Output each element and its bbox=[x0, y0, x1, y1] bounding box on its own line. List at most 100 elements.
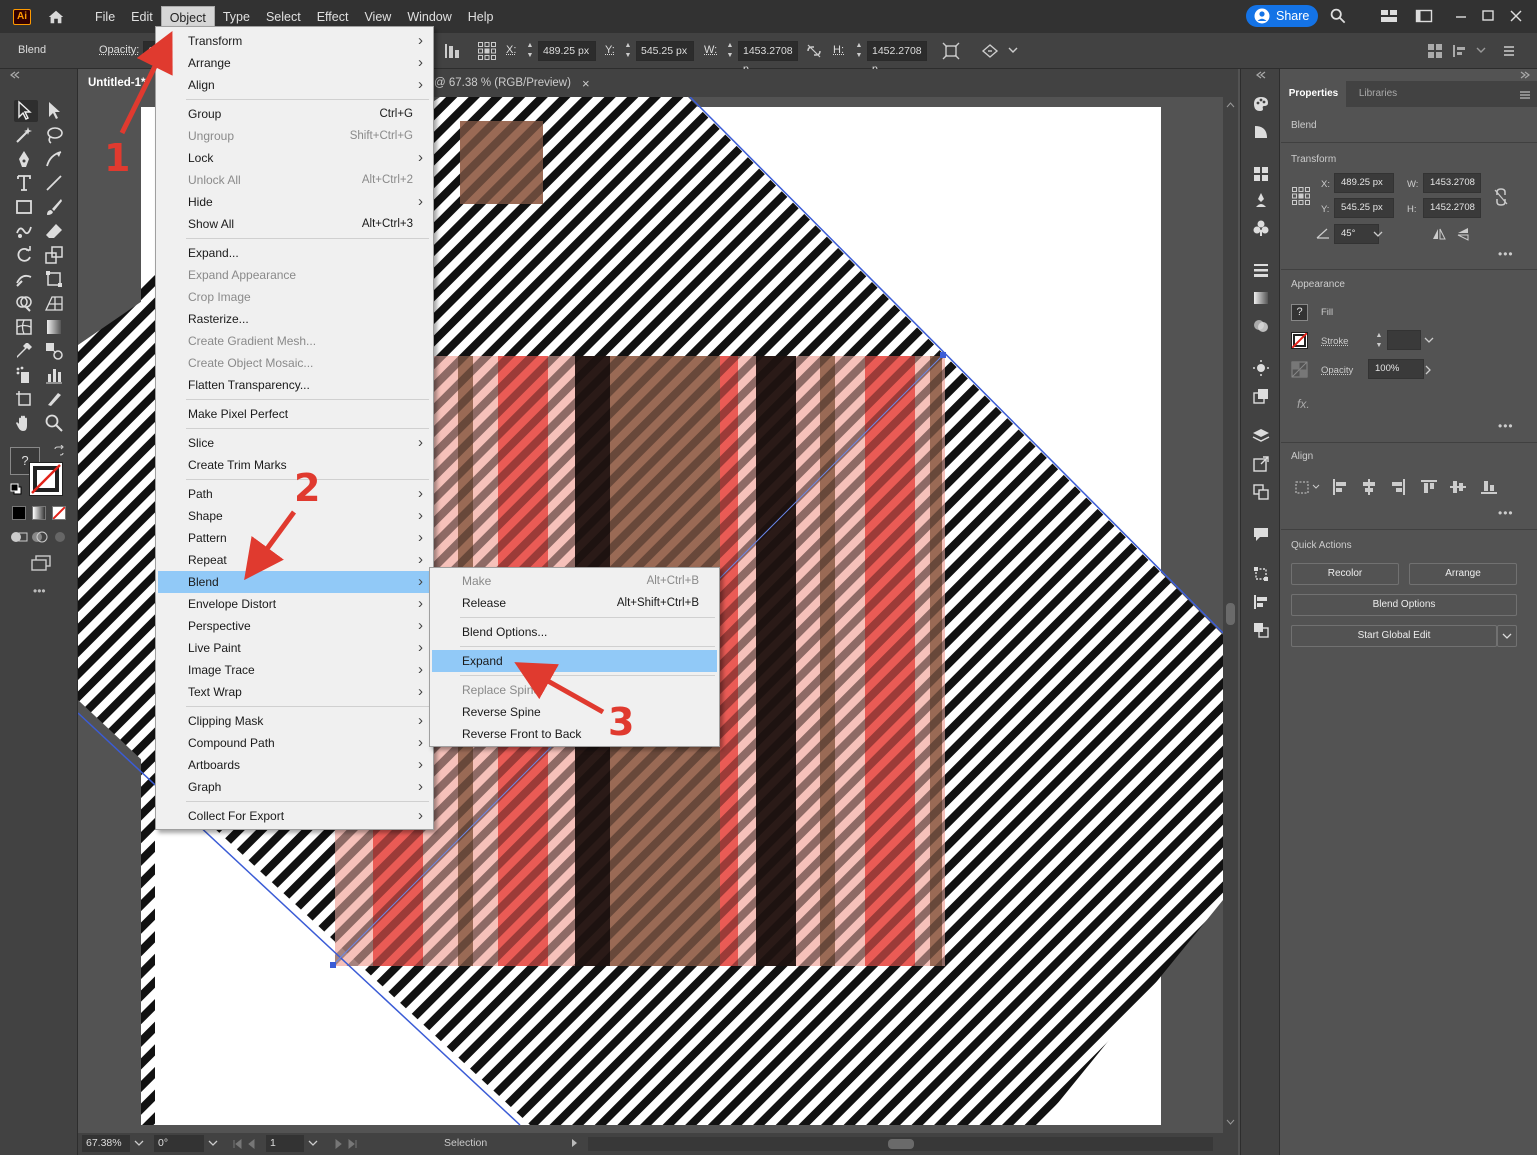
start-global-edit-button[interactable]: Start Global Edit bbox=[1291, 625, 1497, 647]
panel-menu-icon[interactable] bbox=[1519, 90, 1531, 100]
edit-toolbar-button[interactable]: ••• bbox=[33, 584, 46, 598]
align-vertical-center-icon[interactable] bbox=[1449, 478, 1467, 496]
rotate-tool[interactable] bbox=[14, 245, 38, 267]
menu-item-text-wrap[interactable]: Text Wrap › bbox=[158, 681, 431, 703]
flip-horizontal-icon[interactable] bbox=[1431, 226, 1447, 242]
menu-file[interactable]: File bbox=[87, 6, 123, 28]
blend-item-reverse-spine[interactable]: Reverse Spine bbox=[432, 701, 717, 723]
w-field[interactable]: 1453.2708 p bbox=[738, 41, 798, 75]
menu-help[interactable]: Help bbox=[460, 6, 502, 28]
align-left-icon[interactable] bbox=[1331, 478, 1349, 496]
brushes-icon[interactable] bbox=[1252, 191, 1270, 209]
fx-button[interactable]: fx. bbox=[1297, 397, 1310, 411]
menu-item-create-gradient-mesh[interactable]: Create Gradient Mesh... bbox=[158, 330, 431, 352]
perspective-grid-tool[interactable] bbox=[44, 293, 68, 315]
screen-mode-icon[interactable] bbox=[30, 554, 52, 572]
first-previous-artboard-icon[interactable] bbox=[232, 1138, 262, 1150]
menu-item-image-trace[interactable]: Image Trace › bbox=[158, 659, 431, 681]
selection-tool[interactable] bbox=[14, 100, 38, 122]
global-edit-options-button[interactable] bbox=[1497, 625, 1517, 647]
menu-item-repeat[interactable]: Repeat › bbox=[158, 549, 431, 571]
horizontal-scrollbar[interactable] bbox=[588, 1137, 1213, 1151]
curvature-tool[interactable] bbox=[44, 149, 68, 171]
menu-select[interactable]: Select bbox=[258, 6, 309, 28]
more-align-button[interactable]: ••• bbox=[1498, 506, 1514, 520]
menu-item-show-all[interactable]: Show All Alt+Ctrl+3 bbox=[158, 213, 431, 235]
type-tool[interactable] bbox=[14, 173, 38, 195]
menu-item-envelope-distort[interactable]: Envelope Distort › bbox=[158, 593, 431, 615]
zoom-tool[interactable] bbox=[44, 413, 68, 435]
eyedropper-tool[interactable] bbox=[14, 341, 38, 363]
menu-type[interactable]: Type bbox=[215, 6, 258, 28]
align-top-icon[interactable] bbox=[1420, 478, 1438, 496]
align-icon[interactable] bbox=[443, 42, 461, 60]
menu-view[interactable]: View bbox=[356, 6, 399, 28]
recolor-button[interactable]: Recolor bbox=[1291, 563, 1399, 585]
w-stepper[interactable]: ▲ ▼ bbox=[724, 41, 736, 61]
status-menu-icon[interactable] bbox=[571, 1138, 579, 1148]
h-stepper[interactable]: ▲ ▼ bbox=[853, 41, 865, 61]
menu-item-lock[interactable]: Lock › bbox=[158, 147, 431, 169]
gradient-panel-icon[interactable] bbox=[1252, 289, 1270, 307]
opacity-label[interactable]: Opacity bbox=[1321, 365, 1353, 376]
symbol-sprayer-tool[interactable] bbox=[14, 365, 38, 387]
color-guide-icon[interactable] bbox=[1252, 123, 1270, 141]
menu-edit[interactable]: Edit bbox=[123, 6, 161, 28]
line-segment-tool[interactable] bbox=[44, 173, 68, 195]
menu-item-flatten-transparency[interactable]: Flatten Transparency... bbox=[158, 374, 431, 396]
menu-item-hide[interactable]: Hide › bbox=[158, 191, 431, 213]
horizontal-scroll-thumb[interactable] bbox=[888, 1139, 914, 1149]
eraser-tool[interactable] bbox=[44, 221, 68, 243]
arrange-button[interactable]: Arrange bbox=[1409, 563, 1517, 585]
expand-panels-icon[interactable] bbox=[1255, 71, 1267, 79]
link-proportions-icon[interactable] bbox=[1493, 187, 1509, 207]
menu-item-arrange[interactable]: Arrange › bbox=[158, 52, 431, 74]
color-mode-button[interactable] bbox=[12, 506, 26, 520]
menu-item-crop-image[interactable]: Crop Image bbox=[158, 286, 431, 308]
arrange-documents-icon[interactable] bbox=[1380, 8, 1398, 24]
opacity-field[interactable]: 100% bbox=[1368, 359, 1424, 379]
direct-selection-tool[interactable] bbox=[44, 100, 68, 122]
close-tab-icon[interactable]: × bbox=[582, 76, 590, 91]
draw-normal-icon[interactable] bbox=[10, 529, 28, 545]
hamburger-icon[interactable] bbox=[1502, 44, 1516, 58]
layers-icon[interactable] bbox=[1252, 427, 1270, 445]
artboard-number-field[interactable]: 1 bbox=[266, 1135, 304, 1152]
menu-item-create-object-mosaic[interactable]: Create Object Mosaic... bbox=[158, 352, 431, 374]
comments-icon[interactable] bbox=[1252, 525, 1270, 543]
column-graph-tool[interactable] bbox=[44, 365, 68, 387]
flip-vertical-icon[interactable] bbox=[1455, 226, 1471, 242]
paintbrush-tool[interactable] bbox=[44, 197, 68, 219]
tab-properties[interactable]: Properties bbox=[1281, 81, 1346, 107]
symbols-icon[interactable] bbox=[1252, 219, 1270, 237]
slice-tool[interactable] bbox=[44, 389, 68, 411]
align-panel-icon[interactable] bbox=[1252, 593, 1270, 611]
blend-item-release[interactable]: Release Alt+Shift+Ctrl+B bbox=[432, 592, 717, 614]
graphic-styles-icon[interactable] bbox=[1252, 387, 1270, 405]
constrain-proportions-icon[interactable] bbox=[806, 44, 822, 58]
scroll-down-icon[interactable] bbox=[1226, 1119, 1235, 1126]
pen-tool[interactable] bbox=[14, 149, 38, 171]
align-right-icon[interactable] bbox=[1389, 478, 1407, 496]
fill-swatch[interactable]: ? bbox=[1291, 304, 1308, 321]
menu-item-group[interactable]: Group Ctrl+G bbox=[158, 103, 431, 125]
menu-window[interactable]: Window bbox=[399, 6, 459, 28]
reference-point-icon[interactable] bbox=[477, 41, 497, 61]
menu-item-expand-appearance[interactable]: Expand Appearance bbox=[158, 264, 431, 286]
menu-effect[interactable]: Effect bbox=[309, 6, 357, 28]
collapse-panel-icon[interactable] bbox=[9, 71, 21, 79]
anchor-point[interactable] bbox=[940, 352, 946, 358]
panel-options-icon[interactable] bbox=[1452, 43, 1470, 59]
draw-behind-icon[interactable] bbox=[31, 529, 49, 545]
draw-inside-icon[interactable] bbox=[51, 529, 69, 545]
blend-item-expand[interactable]: Expand bbox=[432, 650, 717, 672]
menu-item-blend[interactable]: Blend › bbox=[158, 571, 431, 593]
shaper-tool[interactable] bbox=[14, 221, 38, 243]
more-appearance-button[interactable]: ••• bbox=[1498, 419, 1514, 433]
home-icon[interactable] bbox=[47, 8, 65, 26]
collapse-panel-icon[interactable] bbox=[1519, 71, 1531, 79]
swatches-icon[interactable] bbox=[1252, 165, 1270, 183]
rectangle-tool[interactable] bbox=[14, 197, 38, 219]
stroke-panel-icon[interactable] bbox=[1252, 261, 1270, 279]
anchor-point[interactable] bbox=[330, 962, 336, 968]
